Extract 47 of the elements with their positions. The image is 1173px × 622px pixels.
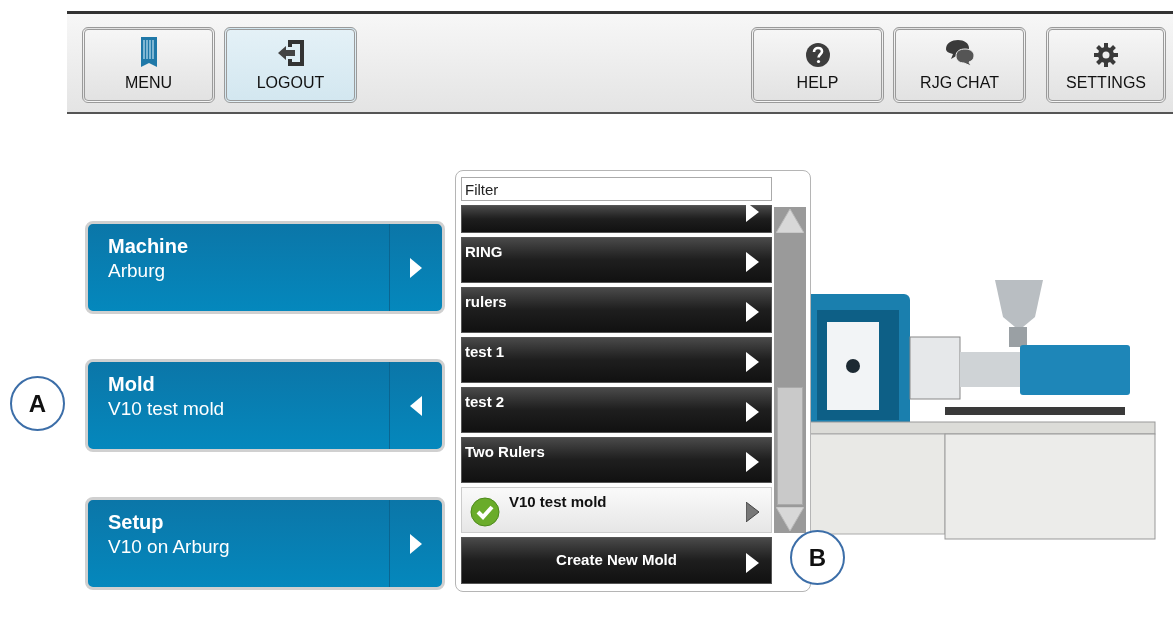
step-card[interactable]: Machine Arburg — [85, 221, 445, 314]
mold-list-item[interactable]: rulers — [461, 287, 772, 333]
right-arrow-icon — [746, 502, 759, 522]
right-arrow-icon — [746, 302, 759, 322]
check-icon — [470, 497, 500, 527]
step-card[interactable]: Mold V10 test mold — [85, 359, 445, 452]
mold-name: V10 test mold — [509, 492, 607, 512]
mold-name: Two Rulers — [465, 442, 545, 462]
mold-list-item[interactable] — [461, 205, 772, 233]
mold-name: test 2 — [465, 392, 505, 412]
scrollbar[interactable] — [774, 207, 806, 533]
step-title: Setup — [108, 510, 165, 535]
create-new-mold-button[interactable]: Create New Mold — [461, 537, 772, 584]
settings-button[interactable]: SETTINGS — [1046, 27, 1166, 103]
mold-list-item[interactable]: RING — [461, 237, 772, 283]
step-value: V10 test mold — [108, 397, 226, 421]
mold-list-item[interactable]: Two Rulers — [461, 437, 772, 483]
logout-button[interactable]: LOGOUT — [224, 27, 357, 103]
help-button[interactable]: HELP — [751, 27, 884, 103]
logo-icon — [140, 37, 157, 67]
scroll-down-arrow-icon — [776, 507, 804, 531]
right-arrow-icon — [746, 553, 759, 573]
right-arrow-icon — [746, 402, 759, 422]
step-title: Mold — [108, 372, 156, 397]
mold-name: RING — [465, 242, 503, 262]
right-arrow-icon — [746, 352, 759, 372]
mold-list-item[interactable]: test 2 — [461, 387, 772, 433]
right-arrow-icon — [746, 205, 759, 222]
step-card[interactable]: Setup V10 on Arburg — [85, 497, 445, 590]
menu-button[interactable]: MENU — [82, 27, 215, 103]
callout-label: A — [10, 376, 65, 431]
right-arrow-icon — [746, 252, 759, 272]
mold-name: rulers — [465, 292, 507, 312]
settings-icon — [1094, 43, 1118, 67]
scrollbar-thumb[interactable] — [777, 387, 803, 505]
mold-name: test 1 — [465, 342, 505, 362]
scroll-up-arrow-icon — [776, 209, 804, 233]
right-arrow-icon — [746, 452, 759, 472]
help-icon — [805, 43, 830, 67]
mold-list-item[interactable]: V10 test mold — [461, 487, 772, 533]
chat-button[interactable]: RJG CHAT — [893, 27, 1026, 103]
mold-list-item[interactable]: test 1 — [461, 337, 772, 383]
step-title: Machine — [108, 234, 190, 259]
step-value: Arburg — [108, 259, 167, 283]
step-value: V10 on Arburg — [108, 535, 231, 559]
chat-bubbles-icon — [943, 39, 976, 67]
filter-field[interactable]: Filter — [461, 177, 772, 201]
